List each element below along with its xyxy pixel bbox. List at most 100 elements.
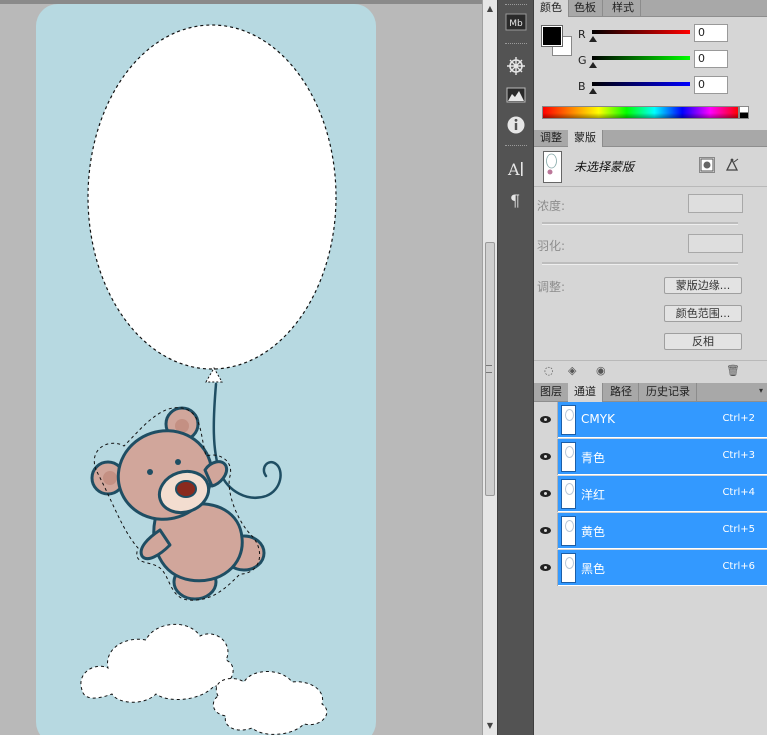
slider-r-track[interactable] xyxy=(592,30,690,34)
channel-thumbnail xyxy=(561,479,576,509)
channel-row-cyan[interactable]: 青色 Ctrl+3 xyxy=(534,439,767,475)
panel-icon-strip: Mb A ¶ xyxy=(497,0,534,735)
slider-g[interactable]: G 0 xyxy=(574,50,764,74)
color-spectrum-ramp[interactable] xyxy=(542,106,739,119)
slider-r-value[interactable]: 0 xyxy=(694,24,728,42)
histogram-icon[interactable] xyxy=(503,83,529,107)
load-selection-icon[interactable]: ◌ xyxy=(544,364,554,377)
channels-panel-tabbar: 图层 通道 路径 历史记录 ▾ xyxy=(534,383,767,402)
slider-r[interactable]: R 0 xyxy=(574,24,764,48)
slider-g-track[interactable] xyxy=(592,56,690,60)
visibility-eye-icon[interactable] xyxy=(534,402,558,438)
scroll-grip-icon xyxy=(486,365,492,373)
apply-mask-icon[interactable]: ◈ xyxy=(568,364,576,377)
slider-b-label: B xyxy=(578,80,586,93)
slider-r-knob[interactable] xyxy=(589,36,597,42)
feather-slider xyxy=(542,262,738,265)
balloon[interactable] xyxy=(87,24,337,370)
color-range-button[interactable]: 颜色范围... xyxy=(664,305,742,322)
masks-panel-footer: ◌ ◈ ◉ 🗑 xyxy=(534,360,767,381)
channel-name: 黄色 xyxy=(581,525,606,539)
mini-bridge-label: Mb xyxy=(509,19,523,29)
bear-eye-right xyxy=(175,459,181,465)
mini-bridge-icon[interactable]: Mb xyxy=(503,10,529,34)
density-label: 浓度: xyxy=(537,199,566,213)
channel-name: CMYK xyxy=(581,412,615,426)
info-icon[interactable] xyxy=(503,113,529,137)
channel-shortcut: Ctrl+4 xyxy=(722,487,755,498)
tab-color[interactable]: 颜色 xyxy=(534,0,569,17)
tab-styles[interactable]: 样式 xyxy=(606,0,641,16)
channel-row-magenta[interactable]: 洋红 Ctrl+4 xyxy=(534,476,767,512)
channel-shortcut: Ctrl+6 xyxy=(722,561,755,572)
tab-adjustments[interactable]: 调整 xyxy=(534,130,569,146)
black-white-ramp[interactable] xyxy=(739,106,749,119)
artboard[interactable] xyxy=(0,0,482,735)
slider-g-label: G xyxy=(578,54,587,67)
refine-label: 调整: xyxy=(537,280,566,294)
visibility-eye-icon[interactable] xyxy=(534,476,558,512)
bear-eye-left xyxy=(147,469,153,475)
feather-label: 羽化: xyxy=(537,239,566,253)
channel-thumbnail xyxy=(561,405,576,435)
scroll-down-arrow-icon[interactable]: ▼ xyxy=(483,719,497,733)
foreground-color-swatch[interactable] xyxy=(541,25,563,47)
channel-shortcut: Ctrl+5 xyxy=(722,524,755,535)
panel-dock: 颜色 色板 样式 R 0 G 0 B 0 调整 蒙版 未选择蒙版 浓度: 羽化:… xyxy=(534,0,767,735)
navigator-icon[interactable] xyxy=(503,54,529,78)
slider-b-knob[interactable] xyxy=(589,88,597,94)
document-canvas-area[interactable] xyxy=(0,0,482,735)
channel-row-black[interactable]: 黑色 Ctrl+6 xyxy=(534,550,767,586)
mask-edge-button[interactable]: 蒙版边缘... xyxy=(664,277,742,294)
character-icon[interactable]: A xyxy=(503,157,529,181)
slider-b-value[interactable]: 0 xyxy=(694,76,728,94)
mask-separator xyxy=(534,186,767,187)
strip-grip[interactable] xyxy=(505,4,527,5)
bear-ear-left-inner xyxy=(103,471,117,485)
paragraph-icon[interactable]: ¶ xyxy=(503,188,529,212)
tab-channels[interactable]: 通道 xyxy=(568,383,603,402)
slider-b[interactable]: B 0 xyxy=(574,76,764,100)
channel-thumbnail xyxy=(561,516,576,546)
channel-row-cmyk[interactable]: CMYK Ctrl+2 xyxy=(534,402,767,438)
channel-name: 洋红 xyxy=(581,488,606,502)
slider-r-label: R xyxy=(578,28,586,41)
channel-shortcut: Ctrl+2 xyxy=(722,413,755,424)
tab-masks[interactable]: 蒙版 xyxy=(568,130,603,147)
density-slider xyxy=(542,222,738,225)
color-panel-tabbar: 颜色 色板 样式 xyxy=(534,0,767,17)
masks-panel-tabbar: 调整 蒙版 xyxy=(534,130,767,147)
slider-g-value[interactable]: 0 xyxy=(694,50,728,68)
channel-thumbnail xyxy=(561,442,576,472)
svg-text:A: A xyxy=(507,160,520,179)
slider-b-track[interactable] xyxy=(592,82,690,86)
visibility-eye-icon[interactable] xyxy=(534,513,558,549)
channel-name: 黑色 xyxy=(581,562,606,576)
tab-swatches[interactable]: 色板 xyxy=(568,0,603,16)
channel-shortcut: Ctrl+3 xyxy=(722,450,755,461)
feather-field xyxy=(688,234,743,253)
channels-panel: 图层 通道 路径 历史记录 ▾ CMYK Ctrl+2 青色 Ctrl+3 洋红… xyxy=(534,380,767,735)
visibility-eye-icon[interactable] xyxy=(534,550,558,586)
disable-mask-icon[interactable]: ◉ xyxy=(596,364,606,377)
mask-status-title: 未选择蒙版 xyxy=(574,160,635,174)
tab-paths[interactable]: 路径 xyxy=(604,383,639,401)
pixel-mask-icon[interactable] xyxy=(699,157,715,173)
scroll-up-arrow-icon[interactable]: ▲ xyxy=(483,2,497,16)
channel-name: 青色 xyxy=(581,451,606,465)
invert-button[interactable]: 反相 xyxy=(664,333,742,350)
channel-row-yellow[interactable]: 黄色 Ctrl+5 xyxy=(534,513,767,549)
bear-nose xyxy=(175,480,197,498)
visibility-eye-icon[interactable] xyxy=(534,439,558,475)
delete-mask-icon[interactable]: 🗑 xyxy=(726,364,740,377)
vector-mask-icon[interactable] xyxy=(724,157,740,173)
canvas-vertical-scrollbar[interactable]: ▲ ▼ xyxy=(482,0,497,735)
tab-layers[interactable]: 图层 xyxy=(534,383,569,401)
panel-menu-icon[interactable]: ▾ xyxy=(759,383,763,399)
tab-history[interactable]: 历史记录 xyxy=(640,383,697,401)
strip-divider xyxy=(505,43,527,44)
slider-g-knob[interactable] xyxy=(589,62,597,68)
mask-thumbnail xyxy=(543,151,562,183)
density-field xyxy=(688,194,743,213)
svg-text:¶: ¶ xyxy=(510,191,520,210)
